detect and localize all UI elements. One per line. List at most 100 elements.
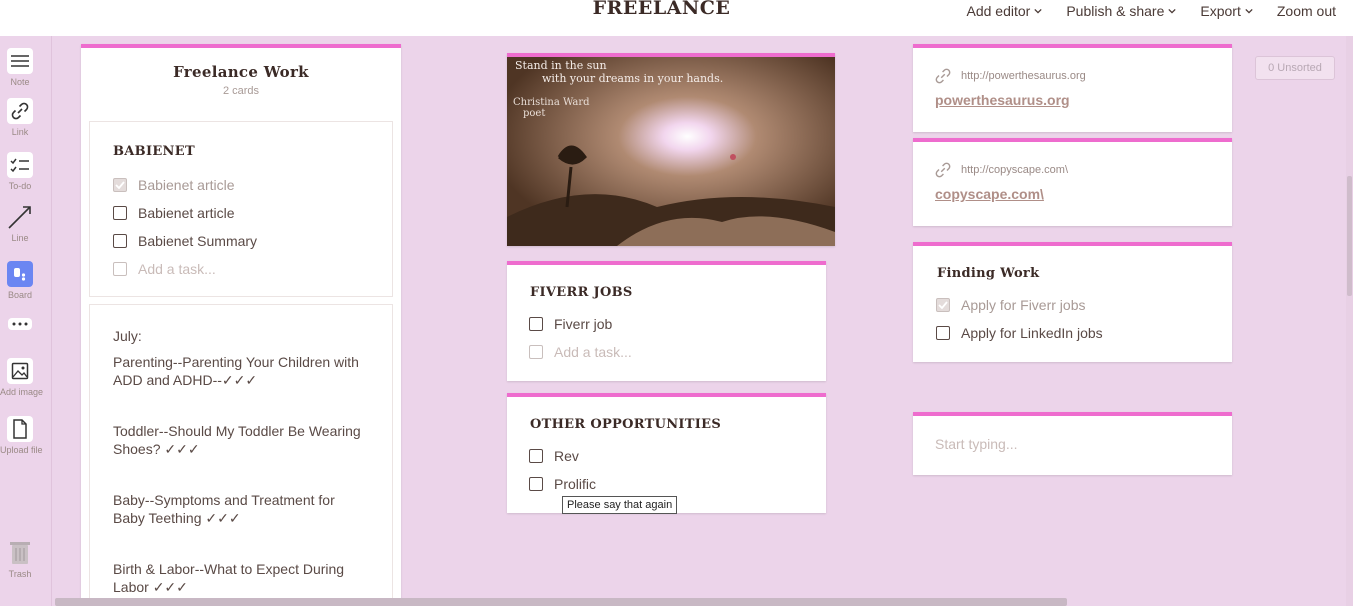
note-line: Toddler--Should My Toddler Be Wearing Sh…	[113, 423, 361, 457]
todo-title: Finding Work	[937, 266, 1040, 281]
checkbox	[113, 262, 127, 276]
publish-share-button[interactable]: Publish & share	[1066, 3, 1177, 19]
note-input-placeholder[interactable]: Start typing...	[935, 436, 1232, 452]
link-title[interactable]: powerthesaurus.org	[935, 92, 1232, 108]
quote-author-role: poet	[523, 108, 546, 119]
checkbox[interactable]	[529, 449, 543, 463]
tool-sidebar: Note Link To-do Line Board Add image Upl…	[0, 36, 52, 606]
column-title: Freelance Work	[173, 63, 309, 81]
tool-link-label: Link	[11, 127, 29, 137]
note-card-july[interactable]: July: Parenting--Parenting Your Children…	[89, 304, 393, 606]
task-item[interactable]: Babienet article	[113, 199, 392, 227]
link-url: http://powerthesaurus.org	[961, 70, 1086, 82]
task-label: Babienet article	[138, 177, 235, 193]
task-item[interactable]: Rev	[529, 442, 826, 470]
checkbox[interactable]	[529, 317, 543, 331]
tool-todo-label: To-do	[8, 181, 32, 191]
image-card[interactable]: Stand in the sun with your dreams in you…	[507, 53, 835, 246]
todo-title: FIVERR JOBS	[530, 285, 633, 300]
tool-upload-file[interactable]: Upload file	[0, 416, 43, 455]
tool-note[interactable]: Note	[0, 48, 40, 87]
trash[interactable]: Trash	[0, 540, 40, 579]
export-button[interactable]: Export	[1200, 3, 1253, 19]
scrollbar-thumb[interactable]	[1347, 176, 1352, 296]
link-icon	[935, 162, 951, 178]
tool-more[interactable]	[0, 318, 40, 330]
link-card-copyscape[interactable]: http://copyscape.com\ copyscape.com\	[913, 138, 1232, 226]
tool-add-image[interactable]: Add image	[0, 358, 43, 397]
todo-card-other-opportunities[interactable]: OTHER OPPORTUNITIES Rev Prolific	[507, 393, 826, 513]
task-item[interactable]: Prolific	[529, 470, 826, 498]
todo-card-finding-work[interactable]: Finding Work Apply for Fiverr jobs Apply…	[913, 242, 1232, 362]
tool-line[interactable]: Line	[0, 204, 40, 243]
add-task-input[interactable]: Add a task...	[529, 338, 826, 366]
task-label: Rev	[554, 448, 579, 464]
checkbox-checked[interactable]	[113, 178, 127, 192]
tool-todo[interactable]: To-do	[0, 152, 40, 191]
link-url: http://copyscape.com\	[961, 164, 1068, 176]
link-icon	[935, 68, 951, 84]
more-icon	[8, 318, 32, 330]
checkbox[interactable]	[113, 206, 127, 220]
checkbox[interactable]	[113, 234, 127, 248]
column-card-count: 2 cards	[222, 85, 260, 97]
task-item[interactable]: Apply for LinkedIn jobs	[936, 319, 1232, 347]
quote-image	[507, 57, 835, 246]
trash-icon	[7, 540, 33, 566]
tool-board[interactable]: Board	[0, 261, 40, 300]
image-icon	[7, 358, 33, 384]
quote-line-2: with your dreams in your hands.	[542, 72, 724, 85]
task-label: Prolific	[554, 476, 597, 492]
export-label: Export	[1200, 3, 1241, 19]
column-freelance-work[interactable]: Freelance Work 2 cards BABIENET Babienet…	[81, 44, 401, 606]
todo-title: OTHER OPPORTUNITIES	[530, 417, 722, 432]
board-icon	[7, 261, 33, 287]
todo-title: BABIENET	[113, 144, 195, 159]
chevron-down-icon	[1245, 8, 1253, 14]
quote-author: Christina Ward	[513, 97, 590, 108]
link-card-powerthesaurus[interactable]: http://powerthesaurus.org powerthesaurus…	[913, 44, 1232, 132]
note-line: Baby--Symptoms and Treatment for Baby Te…	[113, 492, 335, 526]
tool-line-label: Line	[11, 233, 29, 243]
vertical-scrollbar[interactable]	[1346, 36, 1353, 606]
unsorted-button[interactable]: 0 Unsorted	[1255, 56, 1335, 80]
tool-board-label: Board	[7, 290, 33, 300]
task-item[interactable]: Babienet article	[113, 171, 392, 199]
task-item[interactable]: Fiverr job	[529, 310, 826, 338]
task-label: Babienet Summary	[138, 233, 258, 249]
checkbox[interactable]	[529, 477, 543, 491]
empty-note-card[interactable]: Start typing...	[913, 412, 1232, 475]
todo-card-babienet[interactable]: BABIENET Babienet article Babienet artic…	[89, 121, 393, 297]
tool-link[interactable]: Link	[0, 98, 40, 137]
todo-card-fiverr[interactable]: FIVERR JOBS Fiverr job Add a task...	[507, 261, 826, 381]
task-item[interactable]: Apply for Fiverr jobs	[936, 291, 1232, 319]
zoom-out-label: Zoom out	[1276, 3, 1336, 19]
publish-share-label: Publish & share	[1066, 3, 1165, 19]
chevron-down-icon	[1034, 8, 1042, 14]
link-title[interactable]: copyscape.com\	[935, 186, 1232, 202]
link-icon	[7, 98, 33, 124]
note-line: July:	[113, 328, 142, 344]
add-task-placeholder: Add a task...	[554, 344, 632, 360]
tool-note-label: Note	[10, 77, 30, 87]
horizontal-scrollbar[interactable]	[55, 598, 1067, 606]
file-icon	[7, 416, 33, 442]
zoom-out-button[interactable]: Zoom out	[1277, 3, 1336, 19]
checkbox[interactable]	[936, 326, 950, 340]
top-bar: FREELANCE Add editor Publish & share Exp…	[0, 0, 1353, 36]
add-task-input[interactable]: Add a task...	[113, 255, 392, 283]
add-editor-label: Add editor	[966, 3, 1031, 19]
note-line: Parenting--Parenting Your Children with …	[113, 354, 359, 388]
line-icon	[7, 204, 33, 230]
task-item[interactable]: Babienet Summary	[113, 227, 392, 255]
checkbox	[529, 345, 543, 359]
trash-label: Trash	[8, 569, 32, 579]
header-menu: Add editor Publish & share Export Zoom o…	[967, 3, 1337, 19]
todo-icon	[7, 152, 33, 178]
checkbox-checked[interactable]	[936, 298, 950, 312]
tooltip: Please say that again	[562, 496, 678, 514]
task-label: Apply for LinkedIn jobs	[961, 325, 1103, 341]
task-label: Apply for Fiverr jobs	[961, 297, 1086, 313]
chevron-down-icon	[1168, 8, 1177, 14]
add-editor-button[interactable]: Add editor	[967, 3, 1043, 19]
